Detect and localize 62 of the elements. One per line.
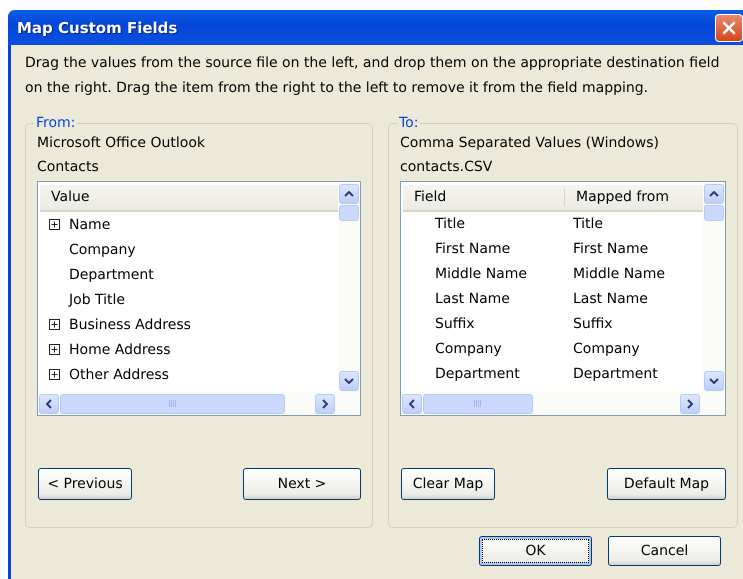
table-cell-text: First Name	[572, 240, 650, 259]
dialog-button[interactable]: Default Map	[607, 468, 726, 500]
source-text: Contacts	[37, 158, 100, 177]
expand-icon[interactable]	[49, 319, 60, 330]
grip-icon	[168, 400, 176, 407]
table-cell-text: Suffix	[572, 315, 614, 334]
close-icon	[722, 20, 736, 34]
table-cell-text: Middle Name	[434, 265, 528, 284]
scroll-up-button[interactable]	[704, 184, 724, 204]
list-item[interactable]: Job Title	[69, 292, 126, 308]
list-item[interactable]: Other Address	[69, 366, 169, 382]
group-label: From:	[35, 115, 76, 131]
scroll-thumb[interactable]	[60, 394, 285, 414]
instructions-text: Drag the values from the source file on the left, and drop them on the appropriate destination field on the right. Drag the item from the right to the left to remove it from the field mapping.	[25, 54, 720, 98]
scroll-left-button[interactable]	[402, 394, 422, 414]
scroll-thumb[interactable]	[704, 205, 724, 221]
horizontal-scrollbar[interactable]	[38, 392, 338, 415]
scroll-right-button[interactable]	[315, 394, 335, 414]
column-header[interactable]: Value	[40, 185, 338, 210]
scroll-left-button[interactable]	[39, 394, 59, 414]
expand-icon[interactable]	[49, 344, 60, 355]
list-item[interactable]: Business Address	[69, 316, 191, 332]
scroll-down-button[interactable]	[339, 371, 359, 391]
list-item[interactable]: Department	[69, 266, 154, 282]
source-text: contacts.CSV	[400, 158, 494, 177]
table-cell-text: Department	[572, 365, 659, 384]
scroll-thumb[interactable]	[339, 205, 359, 221]
table-cell-text: Suffix	[434, 315, 476, 334]
expand-icon[interactable]	[49, 219, 60, 230]
dialog-button[interactable]: Cancel	[608, 536, 721, 566]
column-header[interactable]: Mapped from	[565, 185, 703, 210]
source-text: Microsoft Office Outlook	[37, 134, 206, 153]
group-label: To:	[398, 115, 420, 131]
scroll-up-button[interactable]	[339, 184, 359, 204]
window-title: Map Custom Fields	[17, 18, 178, 36]
expand-icon[interactable]	[49, 369, 60, 380]
table-cell-text: Last Name	[572, 290, 649, 309]
table-cell-text: Company	[572, 340, 641, 359]
list-item[interactable]: Home Address	[69, 342, 171, 358]
horizontal-scrollbar[interactable]	[401, 392, 703, 415]
dialog-button[interactable]: Clear Map	[401, 468, 495, 500]
grip-icon	[474, 400, 482, 407]
scroll-thumb[interactable]	[423, 394, 533, 414]
table-cell-text: Department	[434, 365, 521, 384]
table-cell-text: Middle Name	[572, 265, 666, 284]
vertical-scrollbar[interactable]	[703, 182, 725, 415]
table-cell-text: Last Name	[434, 290, 511, 309]
table-cell-text: Title	[434, 215, 466, 234]
dialog-button[interactable]: Next >	[243, 468, 361, 500]
list-item[interactable]: Name	[69, 216, 110, 232]
close-button[interactable]	[715, 14, 743, 42]
vertical-scrollbar[interactable]	[338, 182, 360, 415]
scroll-down-button[interactable]	[704, 371, 724, 391]
column-header[interactable]: Field	[403, 189, 565, 206]
table-cell-text: Title	[572, 215, 604, 234]
dialog-button[interactable]: OK	[479, 536, 592, 566]
source-text: Comma Separated Values (Windows)	[400, 134, 660, 153]
list-item[interactable]: Company	[69, 242, 136, 258]
table-cell-text: Company	[434, 340, 503, 359]
dialog-button[interactable]: < Previous	[38, 468, 132, 500]
scroll-right-button[interactable]	[680, 394, 700, 414]
table-cell-text: First Name	[434, 240, 512, 259]
